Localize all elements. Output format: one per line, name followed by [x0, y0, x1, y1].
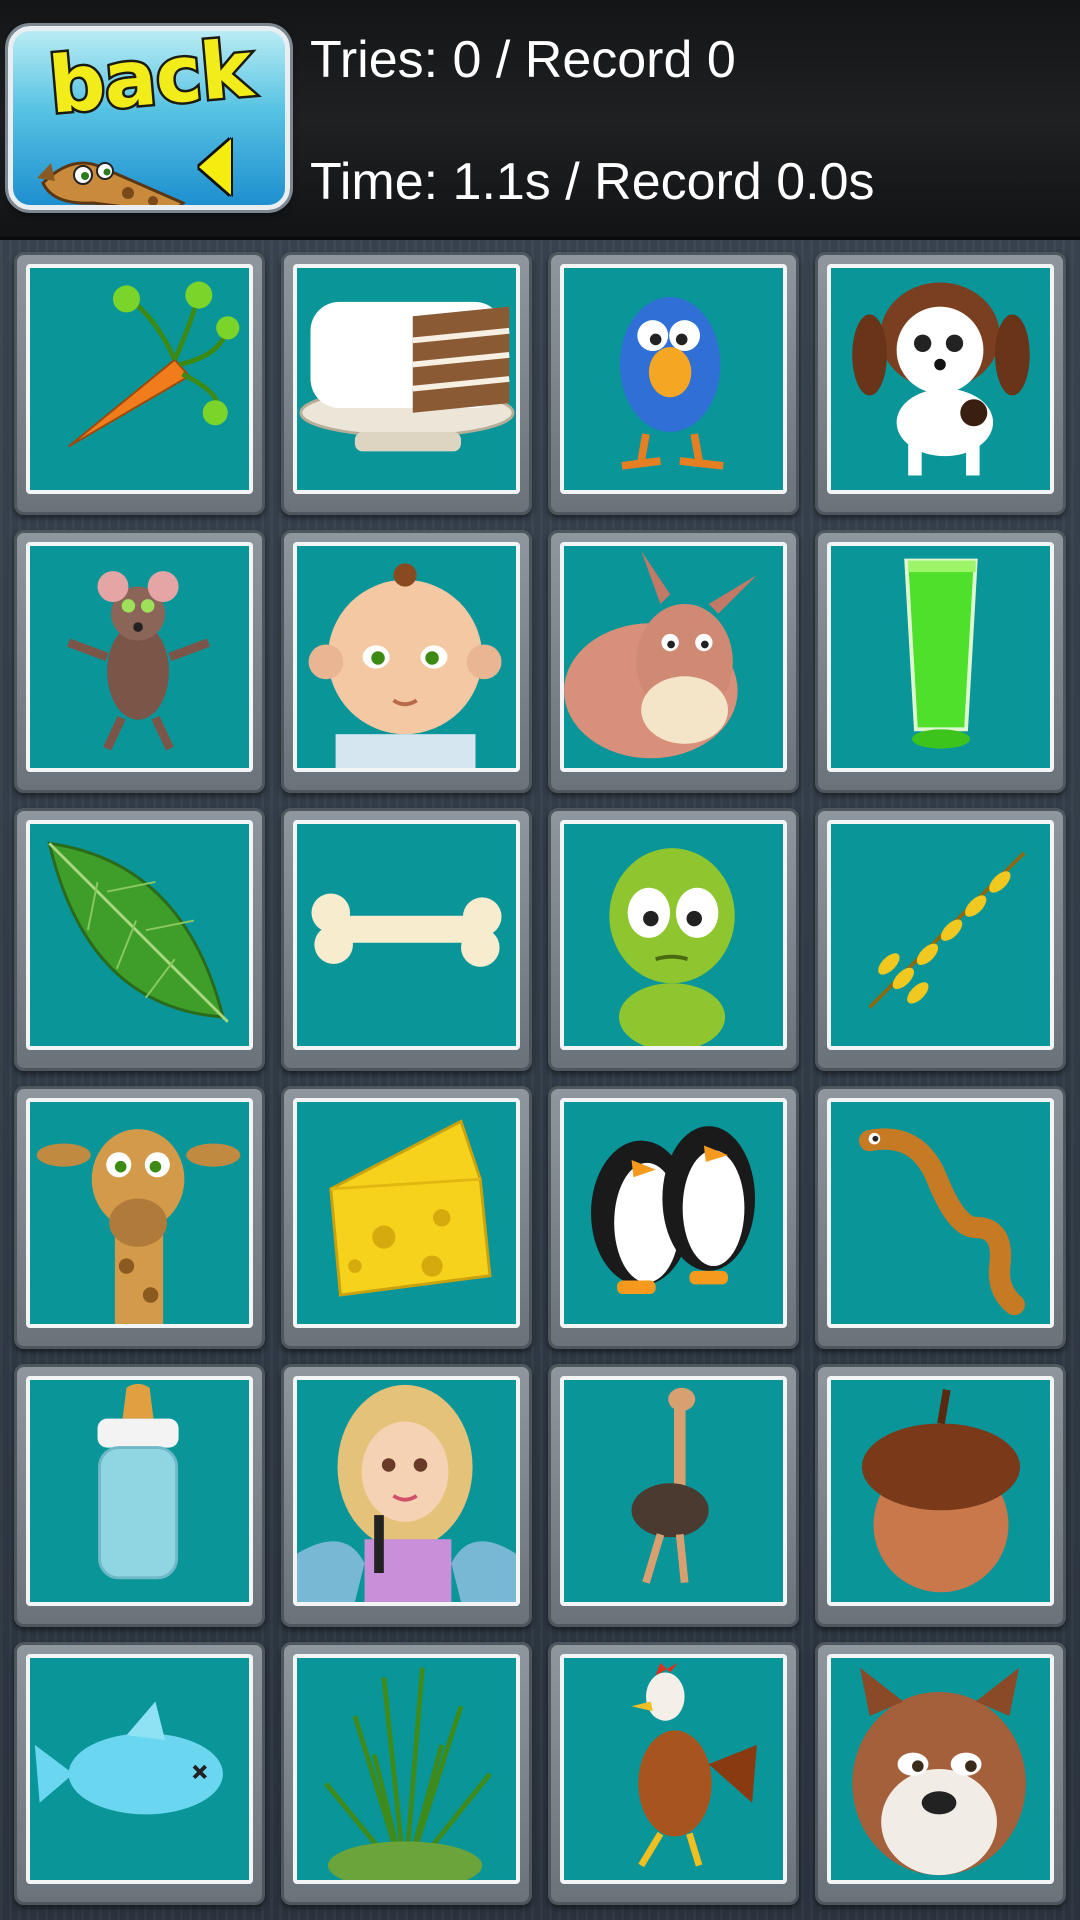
bone-icon	[311, 893, 502, 967]
card-face	[560, 264, 787, 494]
baby-bottle-card[interactable]	[14, 1364, 265, 1627]
bone-card[interactable]	[281, 808, 532, 1071]
card-face	[827, 264, 1054, 494]
card-face	[26, 1376, 253, 1606]
donkey-card[interactable]	[548, 530, 799, 793]
mouse-icon	[67, 571, 211, 751]
back-arrow-icon	[199, 139, 231, 195]
card-face	[827, 820, 1054, 1050]
giraffe-card[interactable]	[14, 1086, 265, 1349]
chicken-icon	[631, 1662, 757, 1868]
tries-counter: Tries: 0 / Record 0	[310, 31, 736, 89]
game-header: back Tries: 0 / Record 0 Time: 1.1s / Re…	[0, 0, 1080, 240]
giraffe-icon	[36, 1129, 241, 1324]
card-face	[560, 1098, 787, 1328]
memory-game-screen: back Tries: 0 / Record 0 Time: 1.1s / Re…	[0, 0, 1080, 1920]
card-face	[560, 1654, 787, 1884]
leaf-icon	[47, 841, 229, 1023]
grass-icon	[324, 1667, 492, 1880]
green-drink-icon	[904, 558, 978, 749]
wheat-card[interactable]	[815, 808, 1066, 1071]
card-face	[293, 820, 520, 1050]
card-face	[293, 1098, 520, 1328]
bird-icon	[619, 296, 724, 470]
card-face	[293, 264, 520, 494]
carrot-icon	[67, 281, 240, 448]
card-face	[827, 1654, 1054, 1884]
fairy-singer-card[interactable]	[281, 1364, 532, 1627]
card-face	[827, 542, 1054, 772]
ostrich-card[interactable]	[548, 1364, 799, 1627]
puppy-icon	[852, 282, 1030, 476]
baby-bottle-icon	[97, 1383, 179, 1580]
penguins-icon	[591, 1126, 756, 1295]
chicken-card[interactable]	[548, 1642, 799, 1905]
baby-icon	[308, 563, 502, 768]
penguins-card[interactable]	[548, 1086, 799, 1349]
grass-card[interactable]	[281, 1642, 532, 1905]
card-board	[0, 240, 1080, 1920]
card-face	[26, 1098, 253, 1328]
card-face	[293, 1376, 520, 1606]
ostrich-icon	[631, 1387, 709, 1584]
card-face	[827, 1098, 1054, 1328]
fish-card[interactable]	[14, 1642, 265, 1905]
card-face	[560, 1376, 787, 1606]
squirrel-card[interactable]	[815, 1642, 1066, 1905]
acorn-card[interactable]	[815, 1364, 1066, 1627]
cake-card[interactable]	[281, 252, 532, 515]
frog-card[interactable]	[548, 808, 799, 1071]
card-face	[26, 264, 253, 494]
time-counter: Time: 1.1s / Record 0.0s	[310, 153, 875, 211]
bird-card[interactable]	[548, 252, 799, 515]
cheese-icon	[329, 1119, 492, 1297]
back-button[interactable]: back	[8, 26, 290, 210]
baby-card[interactable]	[281, 530, 532, 793]
frog-icon	[609, 848, 735, 1046]
wheat-icon	[868, 851, 1026, 1009]
card-face	[26, 542, 253, 772]
acorn-icon	[861, 1389, 1021, 1593]
fish-icon	[34, 1701, 223, 1815]
card-face	[26, 820, 253, 1050]
card-face	[560, 542, 787, 772]
card-face	[293, 1654, 520, 1884]
card-face	[560, 820, 787, 1050]
back-button-label: back	[43, 26, 258, 134]
giraffe-icon	[37, 161, 186, 205]
worm-icon	[858, 1128, 1025, 1316]
worm-card[interactable]	[815, 1086, 1066, 1349]
leaf-card[interactable]	[14, 808, 265, 1071]
fairy-singer-icon	[297, 1384, 516, 1602]
green-drink-card[interactable]	[815, 530, 1066, 793]
squirrel-icon	[852, 1667, 1026, 1876]
carrot-card[interactable]	[14, 252, 265, 515]
puppy-card[interactable]	[815, 252, 1066, 515]
card-face	[827, 1376, 1054, 1606]
card-face	[26, 1654, 253, 1884]
card-face	[293, 542, 520, 772]
cake-icon	[299, 301, 515, 452]
cheese-card[interactable]	[281, 1086, 532, 1349]
donkey-icon	[564, 550, 757, 759]
mouse-card[interactable]	[14, 530, 265, 793]
